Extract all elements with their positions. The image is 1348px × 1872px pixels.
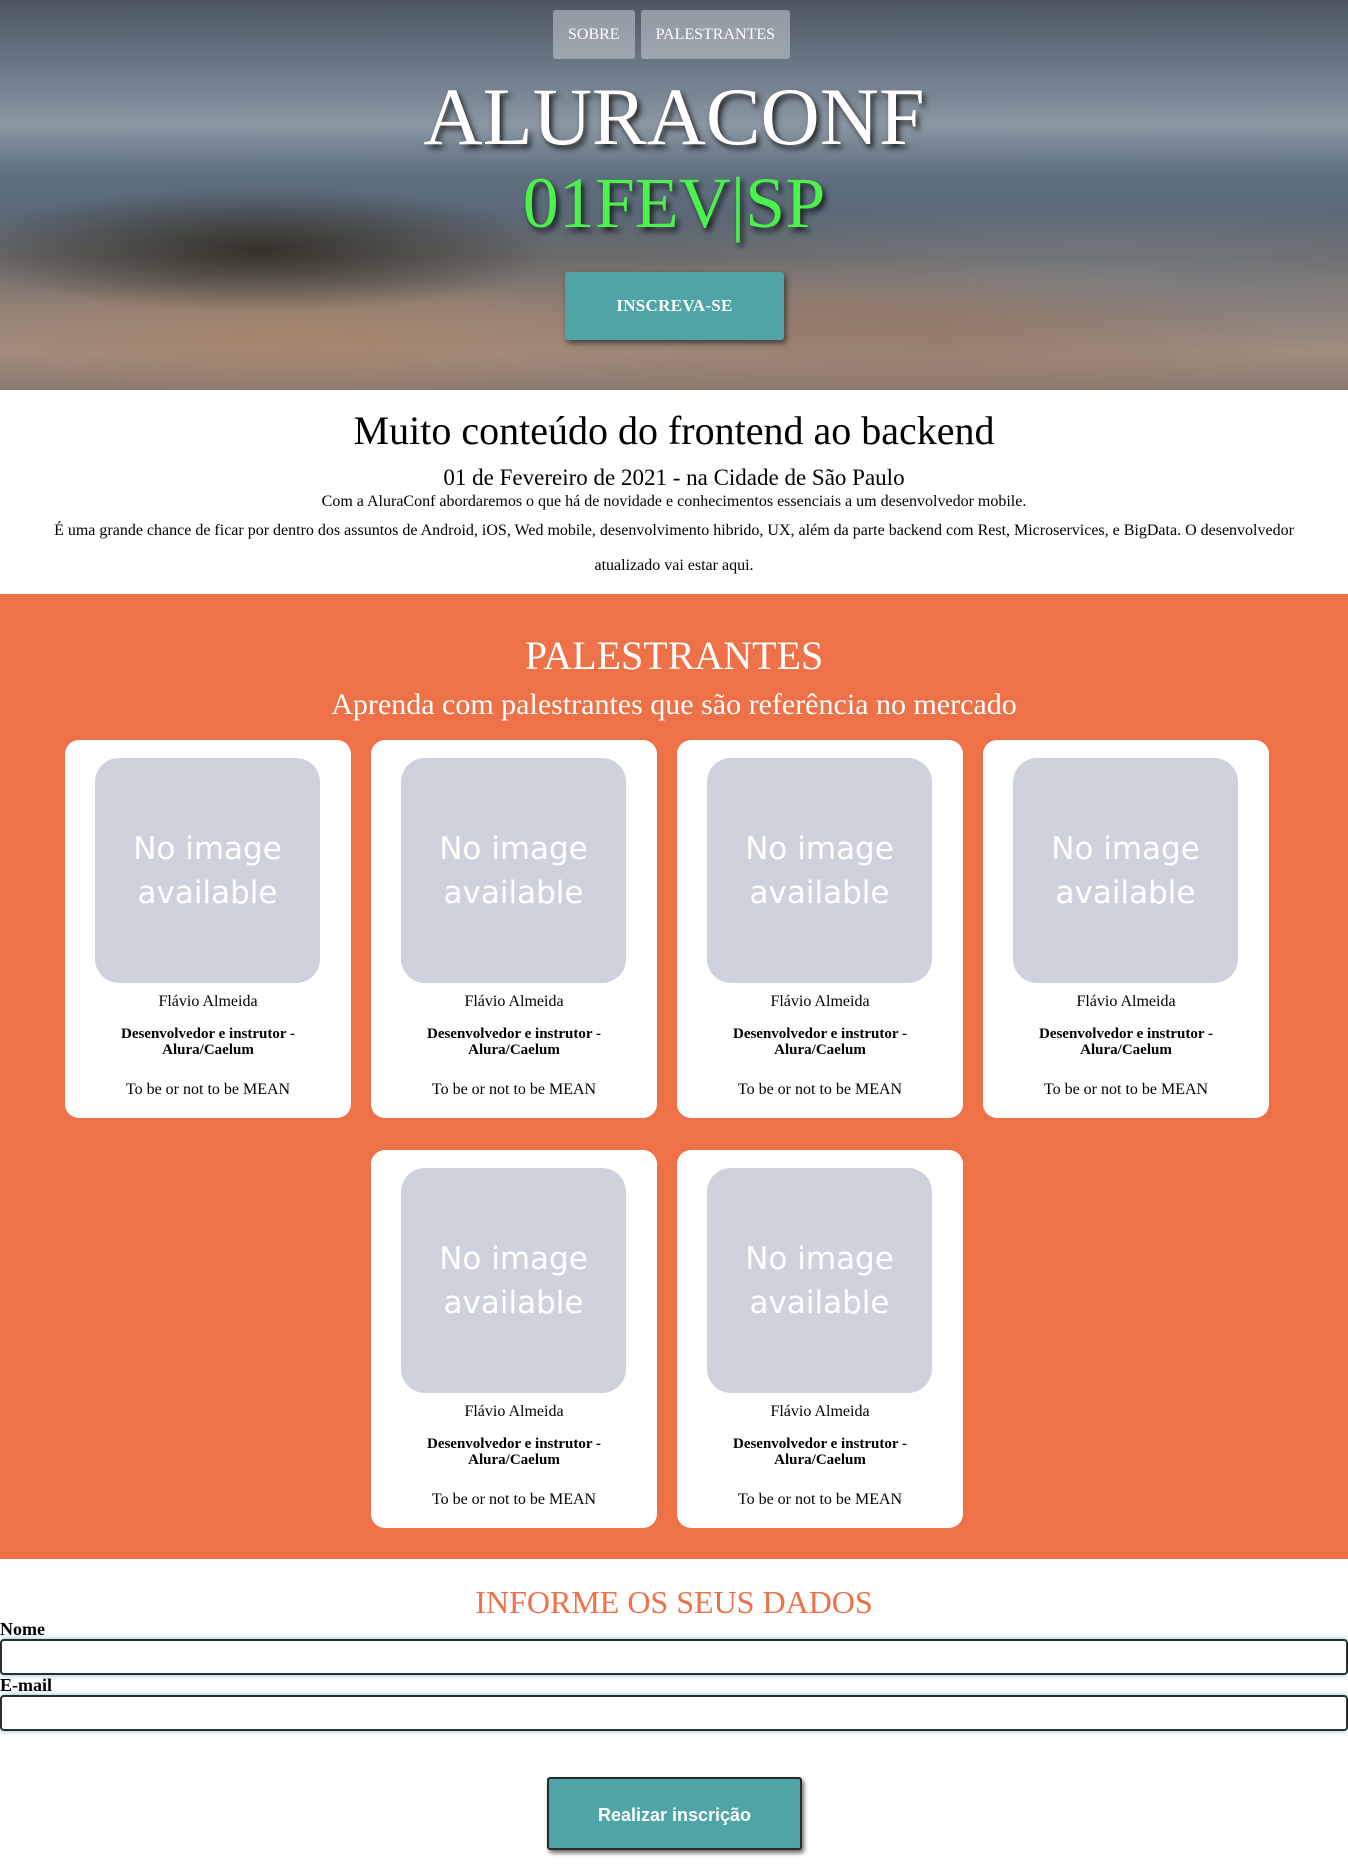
speaker-talk: To be or not to be MEAN (431, 1081, 597, 1098)
registration-form: INFORME OS SEUS DADOS Nome E-mail Realiz… (0, 1559, 1348, 1850)
speaker-photo-placeholder: No image available (401, 758, 626, 983)
speaker-name: Flávio Almeida (770, 993, 870, 1010)
submit-button[interactable]: Realizar inscrição (547, 1777, 802, 1850)
speaker-card: No image available Flávio Almeida Desenv… (371, 740, 657, 1118)
about-text-1: Com a AluraConf abordaremos o que há de … (321, 493, 1027, 510)
about-text-2: É uma grande chance de ficar por dentro … (54, 522, 1294, 574)
speaker-photo-placeholder: No image available (707, 1168, 932, 1393)
speaker-name: Flávio Almeida (464, 1403, 564, 1420)
speaker-role: Desenvolvedor e instrutor - Alura/Caelum (120, 1026, 295, 1058)
nav-palestrantes-button[interactable]: PALESTRANTES (640, 10, 791, 59)
hero-date: 01FEV|SP (522, 163, 826, 243)
hero-title: ALURACONF (423, 71, 925, 162)
subscribe-button[interactable]: INSCREVA-SE (565, 272, 784, 340)
name-label: Nome (0, 1619, 45, 1639)
speaker-talk: To be or not to be MEAN (125, 1081, 291, 1098)
about-section: Muito conteúdo do frontend ao backend 01… (0, 390, 1348, 583)
speaker-card: No image available Flávio Almeida Desenv… (677, 1150, 963, 1528)
speakers-title: PALESTRANTES (524, 633, 824, 678)
top-nav: SOBRE PALESTRANTES (553, 10, 791, 59)
hero-banner: SOBRE PALESTRANTES ALURACONF 01FEV|SP IN… (0, 0, 1348, 390)
name-field[interactable] (0, 1639, 1348, 1675)
speaker-photo-placeholder: No image available (1013, 758, 1238, 983)
speaker-name: Flávio Almeida (1076, 993, 1176, 1010)
speaker-talk: To be or not to be MEAN (737, 1491, 903, 1508)
speaker-talk: To be or not to be MEAN (431, 1491, 597, 1508)
speaker-card: No image available Flávio Almeida Desenv… (65, 740, 351, 1118)
speaker-name: Flávio Almeida (770, 1403, 870, 1420)
speaker-role: Desenvolvedor e instrutor - Alura/Caelum (426, 1026, 601, 1058)
speaker-role: Desenvolvedor e instrutor - Alura/Caelum (1038, 1026, 1213, 1058)
nav-sobre-button[interactable]: SOBRE (553, 10, 635, 59)
speakers-subtitle: Aprenda com palestrantes que são referên… (331, 688, 1017, 721)
speaker-card: No image available Flávio Almeida Desenv… (983, 740, 1269, 1118)
about-subtitle: 01 de Fevereiro de 2021 - na Cidade de S… (443, 465, 905, 490)
email-field[interactable] (0, 1695, 1348, 1731)
speaker-photo-placeholder: No image available (95, 758, 320, 983)
about-title: Muito conteúdo do frontend ao backend (353, 408, 995, 453)
speakers-section: PALESTRANTES Aprenda com palestrantes qu… (0, 594, 1348, 1559)
speaker-role: Desenvolvedor e instrutor - Alura/Caelum (426, 1436, 601, 1468)
speaker-photo-placeholder: No image available (401, 1168, 626, 1393)
speaker-name: Flávio Almeida (464, 993, 564, 1010)
speaker-talk: To be or not to be MEAN (1043, 1081, 1209, 1098)
email-label: E-mail (0, 1675, 52, 1695)
speaker-card: No image available Flávio Almeida Desenv… (371, 1150, 657, 1528)
speaker-role: Desenvolvedor e instrutor - Alura/Caelum (732, 1436, 907, 1468)
speaker-card: No image available Flávio Almeida Desenv… (677, 740, 963, 1118)
speaker-name: Flávio Almeida (158, 993, 258, 1010)
speaker-talk: To be or not to be MEAN (737, 1081, 903, 1098)
speaker-role: Desenvolvedor e instrutor - Alura/Caelum (732, 1026, 907, 1058)
form-title: INFORME OS SEUS DADOS (475, 1584, 873, 1620)
speaker-photo-placeholder: No image available (707, 758, 932, 983)
